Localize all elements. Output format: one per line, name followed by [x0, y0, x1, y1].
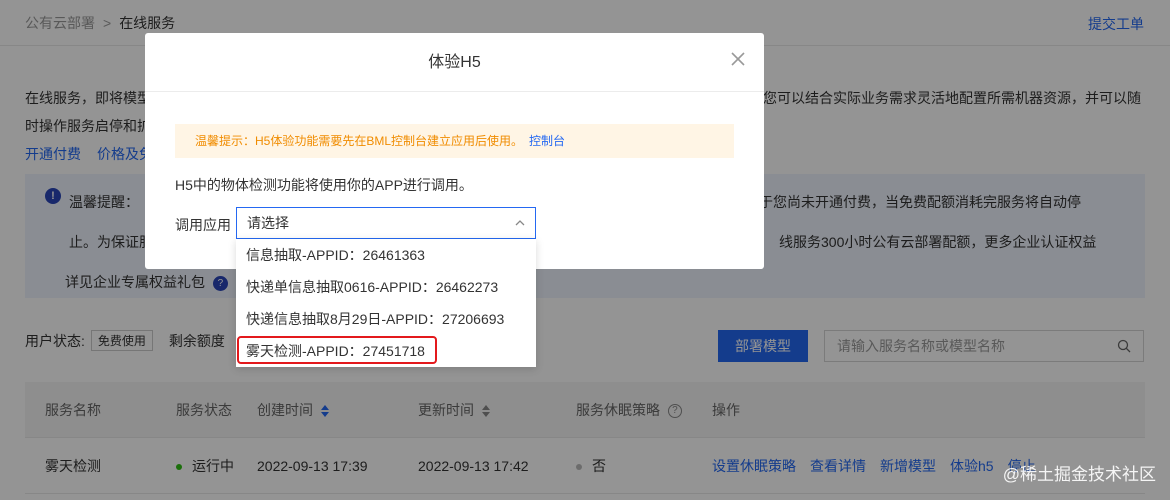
console-link[interactable]: 控制台	[529, 134, 565, 148]
app-field-label: 调用应用	[175, 217, 231, 233]
app-select[interactable]: 请选择	[236, 207, 536, 239]
modal-info-text: H5中的物体检测功能将使用你的APP进行调用。	[175, 177, 473, 193]
try-h5-modal: 体验H5 温馨提示：H5体验功能需要先在BML控制台建立应用后使用。 控制台 H5…	[145, 33, 764, 269]
dropdown-option[interactable]: 信息抽取-APPID：26461363	[236, 239, 536, 271]
highlight-annotation-box	[237, 336, 437, 364]
dropdown-option[interactable]: 快递信息抽取8月29日-APPID：27206693	[236, 303, 536, 335]
chevron-up-icon	[515, 220, 525, 226]
app-select-value: 请选择	[247, 215, 289, 231]
warning-text: 温馨提示：H5体验功能需要先在BML控制台建立应用后使用。	[195, 134, 524, 148]
watermark: @稀土掘金技术社区	[1002, 465, 1156, 484]
dropdown-option[interactable]: 快递单信息抽取0616-APPID：26462273	[236, 271, 536, 303]
close-icon[interactable]	[730, 51, 746, 67]
warning-bar: 温馨提示：H5体验功能需要先在BML控制台建立应用后使用。 控制台	[175, 124, 734, 158]
modal-title: 体验H5	[145, 33, 764, 92]
